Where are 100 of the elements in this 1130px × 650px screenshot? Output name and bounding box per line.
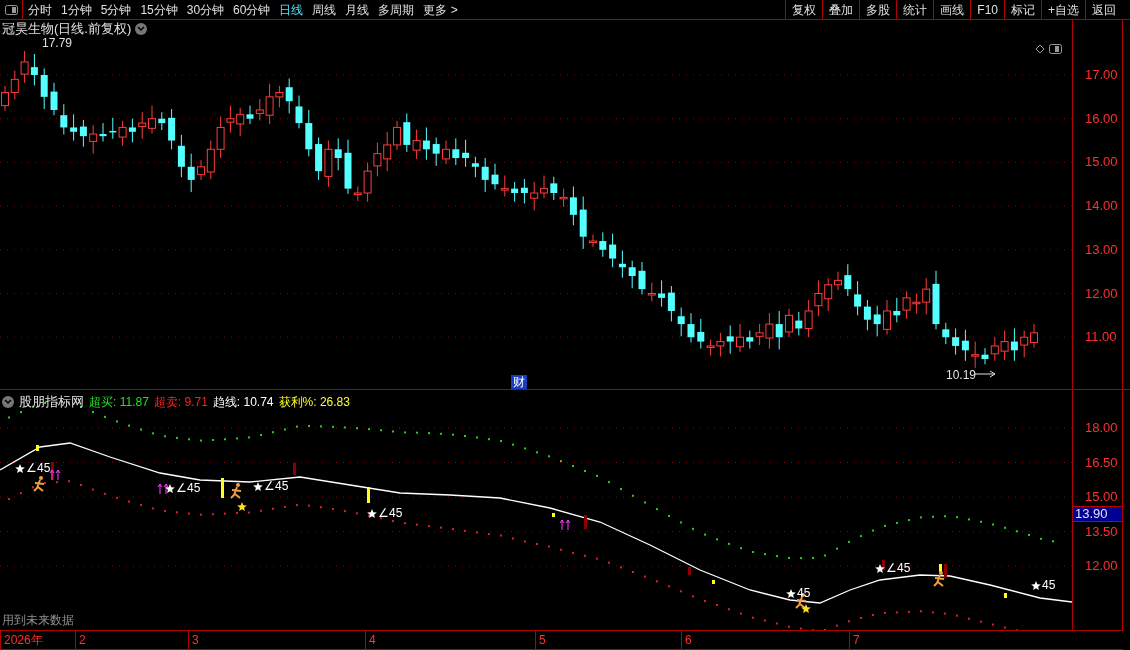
- signal-bar: [584, 515, 587, 529]
- candlestick: [40, 67, 48, 110]
- candlestick: [687, 312, 695, 343]
- toolbar-button[interactable]: 返回: [1085, 0, 1122, 19]
- axis-label: 17.00: [1085, 68, 1118, 81]
- signal-bar: [688, 567, 691, 575]
- candlestick: [530, 181, 539, 211]
- candlestick: [373, 142, 382, 177]
- double-arrow-icon: [157, 483, 169, 495]
- star-icon: [165, 484, 175, 493]
- period-tab[interactable]: 1分钟: [61, 0, 92, 19]
- axis-label: 12.00: [1085, 559, 1118, 572]
- period-tab[interactable]: 月线: [345, 0, 370, 19]
- axis-label: 15.00: [1085, 155, 1118, 169]
- axis-label: 14.00: [1085, 199, 1118, 213]
- legend-item: 超卖: 9.71: [153, 393, 208, 411]
- signal-label: ∠45: [176, 482, 201, 494]
- candlestick: [305, 109, 313, 157]
- dropdown-icon[interactable]: [2, 395, 14, 408]
- period-tab[interactable]: 5分钟: [100, 0, 132, 19]
- double-arrow-icon: [559, 519, 571, 531]
- panel-toggle-icon[interactable]: [1049, 44, 1062, 54]
- candlestick: [118, 120, 127, 147]
- runner-icon: [230, 483, 242, 499]
- dropdown-icon[interactable]: [135, 22, 148, 35]
- period-tab[interactable]: 15分钟: [140, 0, 178, 19]
- candlestick: [442, 140, 450, 165]
- signal-bar: [51, 462, 54, 480]
- candlestick: [20, 50, 29, 84]
- signal-label: 45: [1042, 579, 1056, 591]
- panel-toggle-icon[interactable]: [4, 4, 18, 15]
- star-icon: [253, 482, 263, 491]
- finance-badge[interactable]: 财: [511, 375, 527, 389]
- date-label: 2026年: [0, 631, 43, 649]
- period-tab[interactable]: 多周期: [378, 0, 415, 19]
- legend-item: 超买: 11.87: [89, 393, 149, 411]
- candlestick: [599, 231, 607, 258]
- candlestick: [50, 82, 58, 116]
- candlestick: [814, 279, 823, 317]
- date-label: 4: [365, 631, 376, 649]
- candlestick: [158, 111, 166, 131]
- toolbar-button[interactable]: 统计: [896, 0, 934, 19]
- period-tab[interactable]: 周线: [312, 0, 337, 19]
- double-arrow-icon: [49, 469, 61, 481]
- axis-label: 13.00: [1085, 242, 1118, 256]
- candlestick: [902, 290, 911, 320]
- arrow-icon: [974, 370, 996, 378]
- current-value-label: 13.90: [1073, 506, 1122, 522]
- period-tab[interactable]: 更多 >: [423, 0, 458, 19]
- diamond-icon[interactable]: [1035, 44, 1045, 54]
- period-tab[interactable]: 分时: [28, 0, 52, 19]
- period-tab[interactable]: 60分钟: [233, 0, 271, 19]
- candlestick: [324, 140, 333, 188]
- signal-label: ∠45: [886, 562, 911, 574]
- signal-bar: [939, 564, 942, 572]
- toolbar-button[interactable]: 画线: [933, 0, 971, 19]
- candlestick: [295, 95, 303, 129]
- candlestick: [844, 263, 852, 297]
- star-icon: [786, 589, 796, 598]
- candlestick: [187, 153, 195, 193]
- toolbar-button[interactable]: 叠加: [822, 0, 860, 19]
- high-price-label: 17.79: [42, 37, 73, 49]
- signal-label: ∠45: [26, 462, 51, 474]
- axis-label: 15.00: [1085, 490, 1118, 503]
- toolbar-button[interactable]: 标记: [1004, 0, 1041, 19]
- candlestick: [432, 137, 440, 167]
- candlestick: [736, 323, 744, 353]
- candlestick: [452, 137, 460, 166]
- axis-label: 13.50: [1085, 524, 1118, 538]
- period-tab[interactable]: 30分钟: [186, 0, 225, 19]
- date-label: 3: [188, 631, 199, 649]
- axis-label: 16.50: [1085, 455, 1118, 469]
- toolbar-button[interactable]: F10: [970, 0, 1004, 19]
- toolbar-button[interactable]: +自选: [1041, 0, 1085, 19]
- candlestick: [500, 175, 509, 197]
- period-tab[interactable]: 日线: [279, 0, 304, 19]
- toolbar-button[interactable]: 多股: [859, 0, 897, 19]
- candlestick: [873, 305, 881, 337]
- candlestick: [942, 322, 950, 345]
- candlestick: [60, 103, 68, 135]
- axis-label: 12.00: [1085, 286, 1118, 300]
- candlestick: [1000, 330, 1009, 361]
- candlestick: [677, 307, 685, 337]
- signal-bar: [944, 564, 947, 578]
- runner-icon: [33, 476, 45, 492]
- date-label: 6: [681, 631, 692, 649]
- date-label: 5: [535, 631, 546, 649]
- stock-title: 冠昊生物(日线.前复权): [2, 22, 132, 35]
- toolbar-button[interactable]: 复权: [785, 0, 823, 19]
- runner-icon: [933, 571, 945, 587]
- date-label: 7: [849, 631, 860, 649]
- signal-bar: [712, 580, 715, 584]
- candlestick: [579, 196, 587, 250]
- star-icon: [367, 509, 377, 518]
- legend-item: 趋线: 10.74: [212, 393, 274, 411]
- signal-label: ∠45: [378, 507, 403, 519]
- signal-bar: [1004, 593, 1007, 598]
- low-price-label: 10.19: [946, 369, 977, 381]
- signal-label: 45: [797, 587, 811, 599]
- legend-item: 获利%: 26.83: [278, 393, 350, 411]
